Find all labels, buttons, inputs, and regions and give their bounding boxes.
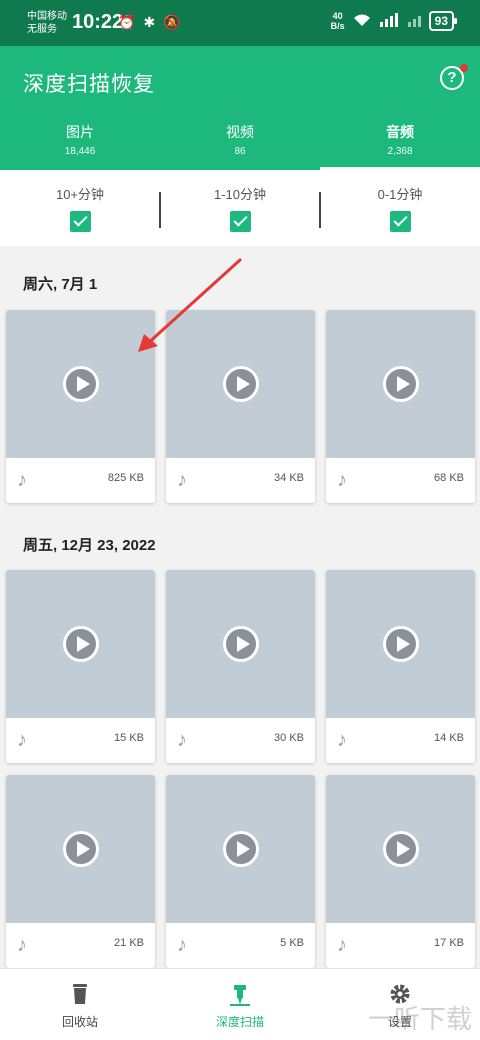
filter-label: 0-1分钟 [377, 187, 423, 202]
nav-label: 回收站 [61, 1015, 98, 1029]
music-note-icon: ♪ [337, 729, 347, 751]
file-size: 17 KB [434, 937, 464, 949]
file-size: 34 KB [274, 472, 304, 484]
audio-thumbnail [6, 775, 155, 923]
filter-0-1-min[interactable]: 0-1分钟 [320, 170, 480, 246]
play-icon[interactable] [63, 366, 99, 402]
file-size: 68 KB [434, 472, 464, 484]
tab-count: 86 [234, 146, 246, 157]
tab-label: 图片 [66, 124, 94, 140]
play-icon[interactable] [223, 366, 259, 402]
audio-card[interactable]: ♪ 68 KB [326, 310, 475, 503]
filter-checkbox[interactable] [389, 211, 411, 232]
divider [159, 192, 161, 228]
play-icon[interactable] [63, 831, 99, 867]
audio-thumbnail [6, 570, 155, 718]
music-note-icon: ♪ [177, 469, 187, 491]
play-icon[interactable] [63, 626, 99, 662]
music-note-icon: ♪ [17, 934, 27, 956]
duration-filter: 10+分钟 1-10分钟 0-1分钟 [0, 170, 480, 246]
carrier-name: 中国移动 [27, 11, 67, 22]
audio-card[interactable]: ♪ 30 KB [166, 570, 315, 763]
filter-checkbox[interactable] [229, 211, 251, 232]
tab-label: 视频 [226, 124, 254, 140]
watermark: 一听下载 [367, 1004, 472, 1034]
tab-videos[interactable]: 视频 86 [160, 120, 320, 170]
date-header: 周五, 12月 23, 2022 [23, 537, 156, 554]
bottom-navigation: 回收站 深度扫描 设置 一听下载 [0, 968, 480, 1040]
tab-count: 18,446 [64, 146, 96, 157]
audio-card[interactable]: ♪ 21 KB [6, 775, 155, 968]
audio-thumbnail [326, 570, 475, 718]
clock: 10:22 [72, 11, 124, 33]
nav-deep-scan[interactable]: 深度扫描 [160, 969, 320, 1040]
mute-icon: 🔕 [163, 14, 181, 30]
music-note-icon: ♪ [177, 729, 187, 751]
filter-10plus-min[interactable]: 10+分钟 [0, 170, 160, 246]
filter-1-10-min[interactable]: 1-10分钟 [160, 170, 320, 246]
signal-icon [379, 12, 399, 30]
music-note-icon: ♪ [337, 469, 347, 491]
battery-indicator: 93 [428, 11, 458, 31]
no-signal-icon [407, 13, 421, 30]
annotation-arrow [138, 258, 242, 352]
carrier-info: 中国移动 无服务 [27, 10, 67, 36]
drill-icon [160, 983, 320, 1013]
status-bar: 中国移动 无服务 10:22 ⏰ ✱ 🔕 40 B/s 93 [0, 0, 480, 46]
page-title: 深度扫描恢复 [23, 73, 155, 96]
filter-checkbox[interactable] [69, 211, 91, 232]
file-size: 5 KB [280, 937, 304, 949]
audio-card[interactable]: ♪ 15 KB [6, 570, 155, 763]
audio-thumbnail [326, 310, 475, 458]
play-icon[interactable] [223, 626, 259, 662]
file-size: 14 KB [434, 732, 464, 744]
divider [319, 192, 321, 228]
date-header: 周六, 7月 1 [23, 276, 98, 293]
music-note-icon: ♪ [17, 729, 27, 751]
notification-dot [460, 64, 468, 72]
file-size: 21 KB [114, 937, 144, 949]
filter-label: 10+分钟 [55, 187, 105, 202]
tab-count: 2,368 [387, 146, 413, 157]
audio-card[interactable]: ♪ 17 KB [326, 775, 475, 968]
play-icon[interactable] [383, 626, 419, 662]
file-size: 15 KB [114, 732, 144, 744]
audio-thumbnail [326, 775, 475, 923]
music-note-icon: ♪ [177, 934, 187, 956]
nav-label: 深度扫描 [215, 1015, 264, 1029]
audio-card[interactable]: ♪ 5 KB [166, 775, 315, 968]
audio-thumbnail [166, 775, 315, 923]
carrier-status: 无服务 [27, 24, 57, 35]
tab-audio[interactable]: 音频 2,368 [320, 120, 480, 170]
audio-card[interactable]: ♪ 14 KB [326, 570, 475, 763]
wifi-icon [353, 13, 371, 30]
file-size: 825 KB [107, 472, 144, 484]
bluetooth-icon: ✱ [143, 14, 156, 30]
media-tabs: 图片 18,446 视频 86 音频 2,368 [0, 120, 480, 170]
app-header: 深度扫描恢复 ? 图片 18,446 视频 86 音频 2,368 [0, 46, 480, 170]
music-note-icon: ♪ [17, 469, 27, 491]
trash-icon [0, 983, 160, 1013]
network-speed: 40 B/s [330, 11, 345, 31]
tab-label: 音频 [386, 124, 414, 140]
play-icon[interactable] [383, 366, 419, 402]
status-icons: ⏰ ✱ 🔕 [118, 14, 181, 31]
play-icon[interactable] [383, 831, 419, 867]
nav-recycle-bin[interactable]: 回收站 [0, 969, 160, 1040]
music-note-icon: ♪ [337, 934, 347, 956]
status-right: 40 B/s 93 [330, 11, 458, 31]
file-size: 30 KB [274, 732, 304, 744]
tab-photos[interactable]: 图片 18,446 [0, 120, 160, 170]
audio-thumbnail [166, 570, 315, 718]
alarm-icon: ⏰ [118, 14, 136, 30]
filter-label: 1-10分钟 [213, 187, 267, 202]
play-icon[interactable] [223, 831, 259, 867]
